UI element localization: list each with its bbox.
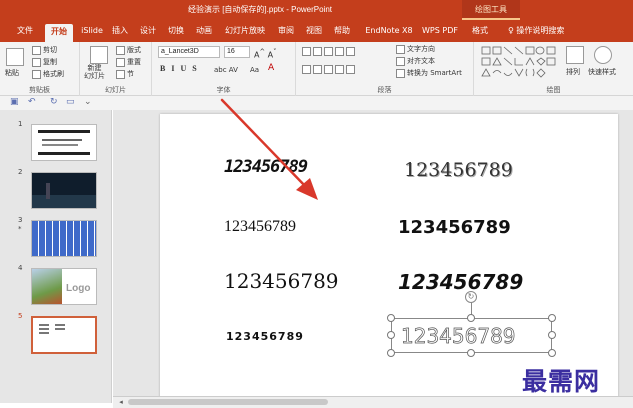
scrollbar-thumb[interactable] xyxy=(128,399,328,405)
scroll-left-icon[interactable]: ◂ xyxy=(116,397,126,407)
annotation-arrow xyxy=(220,98,318,200)
watermark-text: 最需网 xyxy=(522,367,601,396)
